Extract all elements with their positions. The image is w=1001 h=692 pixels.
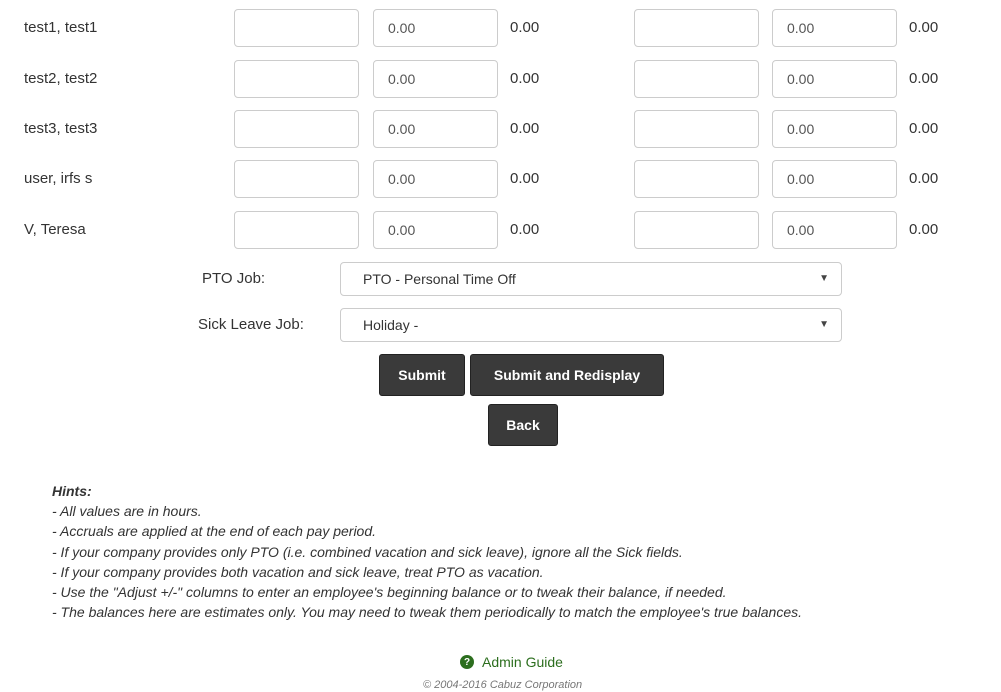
admin-guide-link[interactable]: ? Admin Guide <box>460 654 563 670</box>
pto-balance-value: 0.00 <box>510 70 540 87</box>
sick-adjust-input[interactable] <box>634 110 759 148</box>
sick-leave-job-select[interactable]: Holiday - ▼ <box>340 308 842 342</box>
employee-row: test1, test1 0.00 0.00 0.00 0.00 <box>0 9 1001 49</box>
hint-line: - Accruals are applied at the end of eac… <box>52 523 377 540</box>
copyright: © 2004-2016 Cabuz Corporation <box>423 679 583 691</box>
sick-leave-job-selected: Holiday - <box>363 317 419 333</box>
back-button[interactable]: Back <box>488 404 558 446</box>
question-circle-icon: ? <box>460 655 474 669</box>
employee-name: test1, test1 <box>24 19 98 36</box>
hints-section: Hints: - All values are in hours. - Accr… <box>52 481 802 622</box>
sick-balance-value: 0.00 <box>909 120 939 137</box>
sick-balance-value: 0.00 <box>909 70 939 87</box>
hint-line: - If your company provides only PTO (i.e… <box>52 543 683 560</box>
pto-adjust-input[interactable] <box>234 110 359 148</box>
employee-name: user, irfs s <box>24 170 93 187</box>
chevron-down-icon: ▼ <box>819 273 829 284</box>
pto-balance-value: 0.00 <box>510 19 540 36</box>
employee-name: test3, test3 <box>24 120 98 137</box>
submit-and-redisplay-button[interactable]: Submit and Redisplay <box>470 354 664 396</box>
employee-row: V, Teresa 0.00 0.00 0.00 0.00 <box>0 211 1001 251</box>
sick-amount-input[interactable]: 0.00 <box>772 211 897 249</box>
pto-adjust-input[interactable] <box>234 9 359 47</box>
pto-adjust-input[interactable] <box>234 60 359 98</box>
hint-line: - Use the "Adjust +/-" columns to enter … <box>52 584 727 601</box>
hints-title: Hints: <box>52 483 92 499</box>
employee-row: test2, test2 0.00 0.00 0.00 0.00 <box>0 60 1001 100</box>
employee-row: test3, test3 0.00 0.00 0.00 0.00 <box>0 110 1001 150</box>
hint-line: - If your company provides both vacation… <box>52 563 544 580</box>
pto-balance-value: 0.00 <box>510 221 540 238</box>
chevron-down-icon: ▼ <box>819 319 829 330</box>
admin-guide-label: Admin Guide <box>482 654 563 670</box>
sick-amount-input[interactable]: 0.00 <box>772 110 897 148</box>
pto-job-select[interactable]: PTO - Personal Time Off ▼ <box>340 262 842 296</box>
sick-amount-input[interactable]: 0.00 <box>772 60 897 98</box>
pto-amount-input[interactable]: 0.00 <box>373 60 498 98</box>
sick-amount-input[interactable]: 0.00 <box>772 160 897 198</box>
sick-balance-value: 0.00 <box>909 19 939 36</box>
sick-leave-job-label: Sick Leave Job: <box>198 316 304 333</box>
pto-amount-input[interactable]: 0.00 <box>373 211 498 249</box>
sick-adjust-input[interactable] <box>634 211 759 249</box>
pto-balance-value: 0.00 <box>510 120 540 137</box>
pto-amount-input[interactable]: 0.00 <box>373 110 498 148</box>
hint-line: - All values are in hours. <box>52 503 202 520</box>
sick-adjust-input[interactable] <box>634 60 759 98</box>
sick-balance-value: 0.00 <box>909 170 939 187</box>
submit-button[interactable]: Submit <box>379 354 465 396</box>
pto-job-label: PTO Job: <box>202 270 266 287</box>
pto-adjust-input[interactable] <box>234 160 359 198</box>
employee-name: V, Teresa <box>24 221 86 238</box>
pto-amount-input[interactable]: 0.00 <box>373 9 498 47</box>
employee-name: test2, test2 <box>24 70 98 87</box>
pto-amount-input[interactable]: 0.00 <box>373 160 498 198</box>
sick-adjust-input[interactable] <box>634 9 759 47</box>
sick-amount-input[interactable]: 0.00 <box>772 9 897 47</box>
pto-job-selected: PTO - Personal Time Off <box>363 271 516 287</box>
sick-adjust-input[interactable] <box>634 160 759 198</box>
pto-balance-value: 0.00 <box>510 170 540 187</box>
hint-line: - The balances here are estimates only. … <box>52 604 803 621</box>
employee-row: user, irfs s 0.00 0.00 0.00 0.00 <box>0 160 1001 200</box>
sick-balance-value: 0.00 <box>909 221 939 238</box>
pto-adjust-input[interactable] <box>234 211 359 249</box>
